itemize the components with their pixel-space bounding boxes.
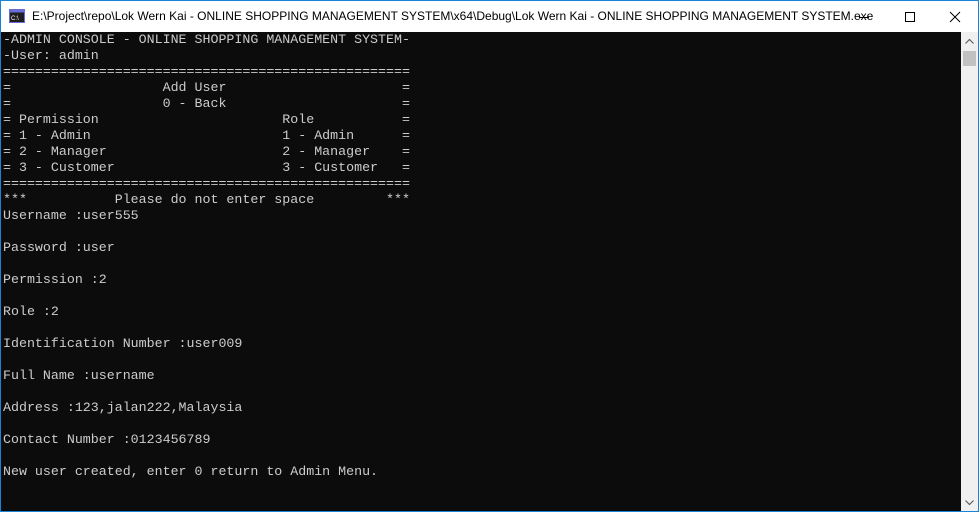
console-line: Permission :2: [3, 272, 107, 287]
window-title: E:\Project\repo\Lok Wern Kai - ONLINE SH…: [32, 9, 874, 23]
console-line: ========================================…: [3, 176, 410, 191]
console-line: = 3 - Customer 3 - Customer =: [3, 160, 410, 175]
console-line: -ADMIN CONSOLE - ONLINE SHOPPING MANAGEM…: [3, 32, 410, 47]
console-line: Address :123,jalan222,Malaysia: [3, 400, 243, 415]
app-icon-text: C:\: [11, 16, 19, 22]
vertical-scrollbar[interactable]: [961, 32, 978, 511]
console-line: *** Please do not enter space ***: [3, 192, 410, 207]
console-line: Username :user555: [3, 208, 139, 223]
chevron-down-icon: [965, 499, 974, 505]
scroll-down-button[interactable]: [961, 494, 978, 511]
console-line: Password :user: [3, 240, 115, 255]
minimize-icon: [859, 16, 869, 18]
console-line: = 2 - Manager 2 - Manager =: [3, 144, 410, 159]
console-line: New user created, enter 0 return to Admi…: [3, 464, 379, 479]
console-line: Full Name :username: [3, 368, 155, 383]
close-icon: [949, 11, 961, 22]
console-line: Contact Number :0123456789: [3, 432, 211, 447]
maximize-button[interactable]: [887, 1, 933, 32]
console-line: = 1 - Admin 1 - Admin =: [3, 128, 410, 143]
console-app-icon: C:\: [9, 9, 25, 23]
scroll-up-button[interactable]: [961, 32, 978, 49]
console-line: -User: admin: [3, 48, 99, 63]
console-line: Role :2: [3, 304, 59, 319]
console-line: = Add User =: [3, 80, 410, 95]
console-line: Identification Number :user009: [3, 336, 243, 351]
maximize-icon: [905, 11, 915, 22]
console-line: = Permission Role =: [3, 112, 410, 127]
console-line: = 0 - Back =: [3, 96, 410, 111]
console-window: C:\ E:\Project\repo\Lok Wern Kai - ONLIN…: [0, 0, 979, 512]
chevron-up-icon: [965, 38, 974, 44]
title-bar[interactable]: C:\ E:\Project\repo\Lok Wern Kai - ONLIN…: [1, 1, 978, 32]
close-button[interactable]: [932, 1, 978, 32]
scroll-thumb[interactable]: [963, 51, 976, 66]
minimize-button[interactable]: [841, 1, 887, 32]
console-line: ========================================…: [3, 64, 410, 79]
console-output[interactable]: -ADMIN CONSOLE - ONLINE SHOPPING MANAGEM…: [1, 32, 961, 511]
